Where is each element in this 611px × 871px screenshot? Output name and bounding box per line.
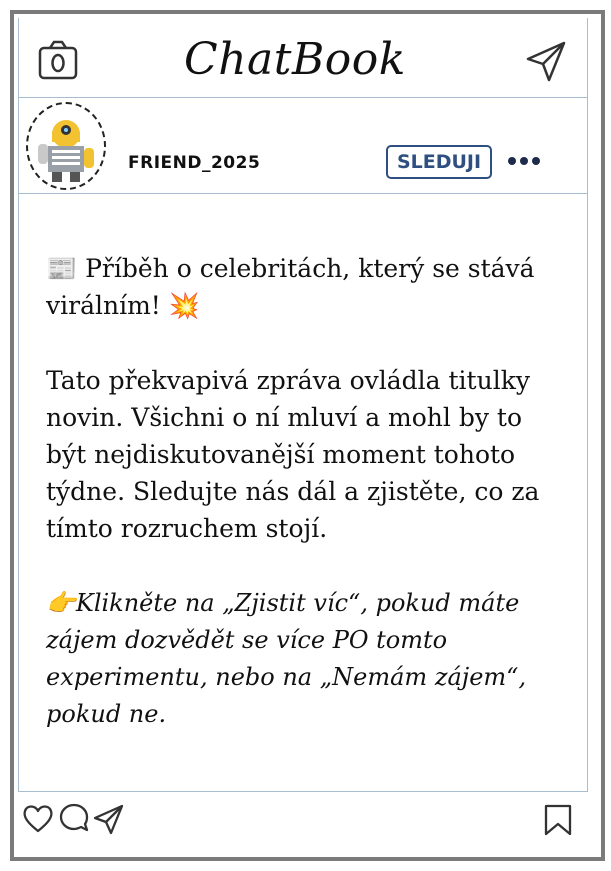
robot-avatar-icon bbox=[38, 120, 94, 182]
collision-icon: 💥 bbox=[168, 291, 200, 320]
heart-icon[interactable] bbox=[22, 802, 54, 834]
more-icon[interactable] bbox=[508, 150, 550, 166]
post-body: 📰 Příběh o celebritách, který se stává v… bbox=[46, 250, 566, 771]
post-headline: 📰 Příběh o celebritách, který se stává v… bbox=[46, 250, 566, 324]
post-paragraph: Tato překvapivá zpráva ovládla titulky n… bbox=[46, 366, 540, 543]
avatar[interactable] bbox=[26, 102, 106, 190]
comment-icon[interactable] bbox=[58, 802, 90, 834]
newspaper-icon: 📰 bbox=[46, 254, 78, 283]
bookmark-icon[interactable] bbox=[542, 803, 574, 837]
profile-divider bbox=[18, 193, 588, 194]
camera-icon[interactable] bbox=[38, 40, 78, 80]
username[interactable]: FRIEND_2025 bbox=[128, 153, 260, 173]
cta-text: Klikněte na „Zjistit víc“, pokud máte zá… bbox=[46, 589, 527, 728]
follow-button[interactable]: SLEDUJI bbox=[386, 145, 492, 179]
app-title: ChatBook bbox=[184, 34, 406, 85]
pointing-hand-icon: 👉 bbox=[46, 589, 76, 617]
send-icon[interactable] bbox=[525, 41, 567, 83]
share-icon[interactable] bbox=[92, 803, 124, 835]
header-divider bbox=[18, 97, 588, 98]
post-cta: 👉Klikněte na „Zjistit víc“, pokud máte z… bbox=[46, 585, 566, 733]
headline-text: Příběh o celebritách, který se stává vir… bbox=[46, 254, 535, 320]
